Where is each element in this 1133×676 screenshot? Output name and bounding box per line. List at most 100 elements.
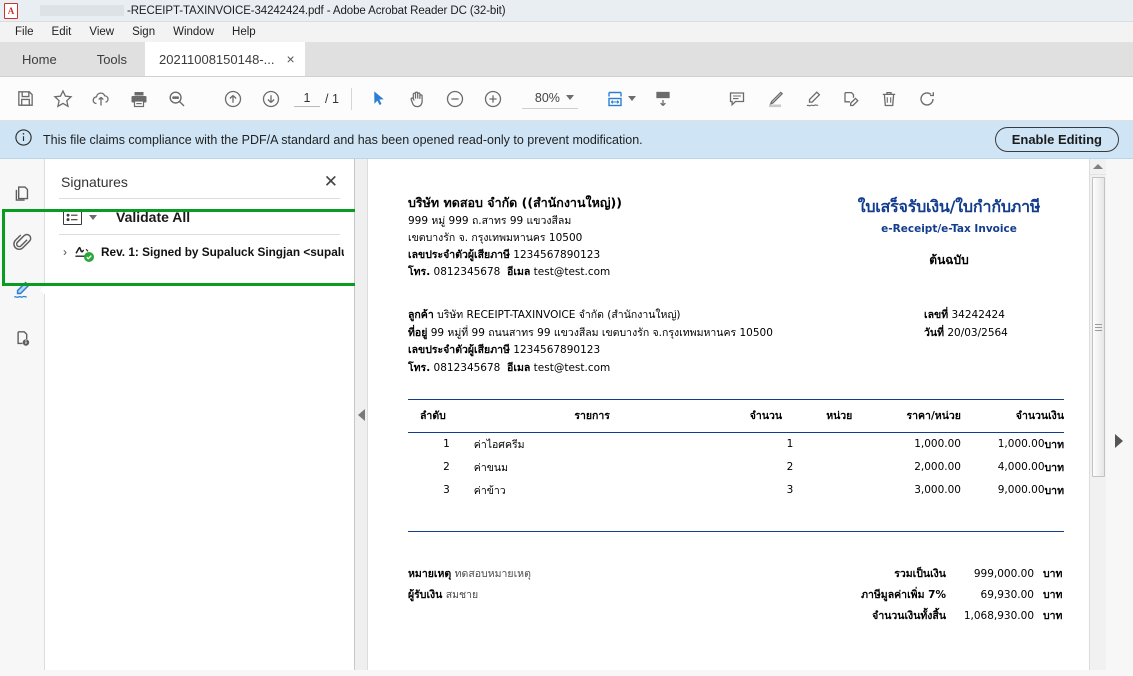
scroll-up-button[interactable] — [1090, 159, 1106, 175]
page-navigation: / 1 — [294, 90, 339, 107]
zoom-in-icon[interactable] — [474, 80, 512, 118]
document-viewport: บริษัท ทดสอบ จำกัด ((สำนักงานใหญ่)) 999 … — [355, 159, 1133, 670]
vertical-scrollbar[interactable] — [1089, 159, 1106, 670]
page-scroll-icon[interactable] — [644, 80, 682, 118]
window-title: -RECEIPT-TAXINVOICE-34242424.pdf - Adobe… — [127, 4, 506, 17]
menu-edit[interactable]: Edit — [43, 24, 81, 40]
signatures-panel-header: Signatures ✕ — [45, 159, 354, 198]
total-row-vat: ภาษีมูลค่าเพิ่ม 7% 69,930.00 บาท — [831, 585, 1064, 606]
attachments-icon[interactable] — [5, 221, 39, 263]
delete-icon[interactable] — [870, 80, 908, 118]
table-bottom-rule — [408, 531, 1064, 539]
row-quantity: 3 — [786, 484, 794, 497]
panel-collapse-handle[interactable] — [355, 159, 368, 670]
star-icon[interactable] — [44, 80, 82, 118]
fit-width-chevron-icon[interactable] — [627, 96, 636, 101]
tab-home[interactable]: Home — [0, 42, 79, 76]
customer-section: ลูกค้า บริษัท RECEIPT-TAXINVOICE จำกัด (… — [408, 307, 1064, 377]
row-unit-price: 2,000.00 — [914, 461, 961, 474]
zoom-out-icon[interactable] — [436, 80, 474, 118]
highlight-icon[interactable] — [756, 80, 794, 118]
customer-tel-value: 0812345678 — [433, 361, 501, 374]
menu-view[interactable]: View — [80, 24, 123, 40]
page-number-input[interactable] — [294, 90, 320, 107]
list-icon — [63, 209, 82, 225]
acrobat-window: A -RECEIPT-TAXINVOICE-34242424.pdf - Ado… — [0, 0, 1133, 676]
zoom-level-control[interactable]: 80% — [521, 89, 578, 109]
row-seq: 2 — [443, 461, 450, 474]
row-description: ค่าข้าว — [473, 484, 506, 497]
menu-file[interactable]: File — [6, 24, 43, 40]
scrollbar-thumb[interactable] — [1092, 177, 1105, 477]
invoice-header: บริษัท ทดสอบ จำกัด ((สำนักงานใหญ่)) 999 … — [408, 193, 1064, 281]
chevron-down-icon[interactable] — [565, 95, 574, 100]
close-icon[interactable]: ✕ — [324, 173, 338, 190]
row-quantity: 2 — [786, 461, 794, 474]
row-unit-price: 3,000.00 — [914, 484, 961, 497]
total-value: 999,000.00 — [973, 568, 1034, 581]
page-thumbnails-icon[interactable] — [5, 173, 39, 215]
rotate-icon[interactable] — [908, 80, 946, 118]
document-number-label: เลขที่ — [924, 309, 949, 322]
print-icon[interactable] — [120, 80, 158, 118]
right-panel-expander[interactable] — [1113, 431, 1125, 451]
tab-tools[interactable]: Tools — [78, 42, 146, 76]
row-unit-price: 1,000.00 — [914, 438, 961, 451]
invoice-document: บริษัท ทดสอบ จำกัด ((สำนักงานใหญ่)) 999 … — [408, 193, 1064, 627]
main-toolbar: / 1 80% — [0, 77, 1133, 121]
previous-page-icon[interactable] — [214, 80, 252, 118]
save-icon[interactable] — [6, 80, 44, 118]
validate-all-row[interactable]: Validate All — [45, 199, 354, 234]
select-cursor-icon[interactable] — [360, 80, 398, 118]
search-icon[interactable] — [158, 80, 196, 118]
notification-message: This file claims compliance with the PDF… — [43, 132, 643, 147]
invoice-footer: หมายเหตุ ทดสอบหมายเหตุ ผู้รับเงิน สมชาย … — [408, 564, 1064, 627]
comment-icon[interactable] — [718, 80, 756, 118]
menu-bar: File Edit View Sign Window Help — [0, 22, 1133, 43]
row-seq: 3 — [443, 484, 450, 497]
customer-name-value: บริษัท RECEIPT-TAXINVOICE จำกัด (สำนักงา… — [437, 309, 681, 322]
signatures-icon[interactable] — [5, 269, 39, 311]
document-properties-icon[interactable] — [5, 317, 39, 359]
menu-window[interactable]: Window — [164, 24, 223, 40]
document-date-line: วันที่ 20/03/2564 — [924, 325, 1064, 342]
column-header-quantity: จำนวน — [724, 398, 808, 433]
column-header-amount: จำนวนเงิน — [960, 398, 1064, 433]
receiver-line: ผู้รับเงิน สมชาย — [408, 585, 531, 606]
info-icon — [14, 128, 33, 152]
customer-name-line: ลูกค้า บริษัท RECEIPT-TAXINVOICE จำกัด (… — [408, 307, 773, 324]
page-total-label: / 1 — [325, 91, 339, 106]
total-label: ภาษีมูลค่าเพิ่ม 7% — [861, 589, 946, 602]
seller-contact-line: โทร. 0812345678 อีเมล test@test.com — [408, 264, 622, 281]
table-row: 1 ค่าไอศครีม 1 1,000.00 1,000.00 บาท — [408, 432, 1064, 456]
totals-block: รวมเป็นเงิน 999,000.00 บาท ภาษีมูลค่าเพิ… — [831, 564, 1064, 627]
tab-tools-label: Tools — [96, 51, 128, 67]
enable-editing-button[interactable]: Enable Editing — [994, 127, 1119, 152]
seller-tax-id-value: 1234567890123 — [513, 249, 601, 262]
customer-block: ลูกค้า บริษัท RECEIPT-TAXINVOICE จำกัด (… — [408, 307, 773, 377]
hand-tool-icon[interactable] — [398, 80, 436, 118]
customer-address-value: 99 หมู่ที่ 99 ถนนสาทร 99 แขวงสีลม เขตบาง… — [430, 326, 773, 339]
menu-sign[interactable]: Sign — [123, 24, 164, 40]
chevron-down-icon[interactable] — [89, 214, 97, 220]
table-spacer-row — [408, 502, 1064, 532]
row-currency: บาท — [1044, 461, 1064, 474]
signature-entry-row[interactable]: › Rev. 1: Signed by Supaluck Singjan <su… — [45, 235, 354, 271]
tab-document[interactable]: 20211008150148-... × — [145, 42, 305, 76]
row-seq: 1 — [443, 438, 450, 451]
title-redacted-region — [40, 5, 124, 16]
fill-and-sign-icon[interactable] — [832, 80, 870, 118]
sign-icon[interactable] — [794, 80, 832, 118]
seller-email-label: อีเมล — [507, 266, 531, 279]
customer-tax-value: 1234567890123 — [513, 344, 601, 357]
table-header-row: ลำดับ รายการ จำนวน หน่วย ราคา/หน่วย จำนว… — [408, 398, 1064, 433]
signatures-panel-title: Signatures — [61, 173, 128, 190]
close-icon[interactable]: × — [286, 52, 294, 66]
next-page-icon[interactable] — [252, 80, 290, 118]
menu-help[interactable]: Help — [223, 24, 265, 40]
customer-address-label: ที่อยู่ — [408, 326, 428, 339]
seller-block: บริษัท ทดสอบ จำกัด ((สำนักงานใหญ่)) 999 … — [408, 193, 622, 281]
expand-chevron-icon[interactable]: › — [63, 245, 67, 259]
invoice-title-thai: ใบเสร็จรับเงิน/ใบกำกับภาษี — [857, 197, 1041, 216]
upload-cloud-icon[interactable] — [82, 80, 120, 118]
